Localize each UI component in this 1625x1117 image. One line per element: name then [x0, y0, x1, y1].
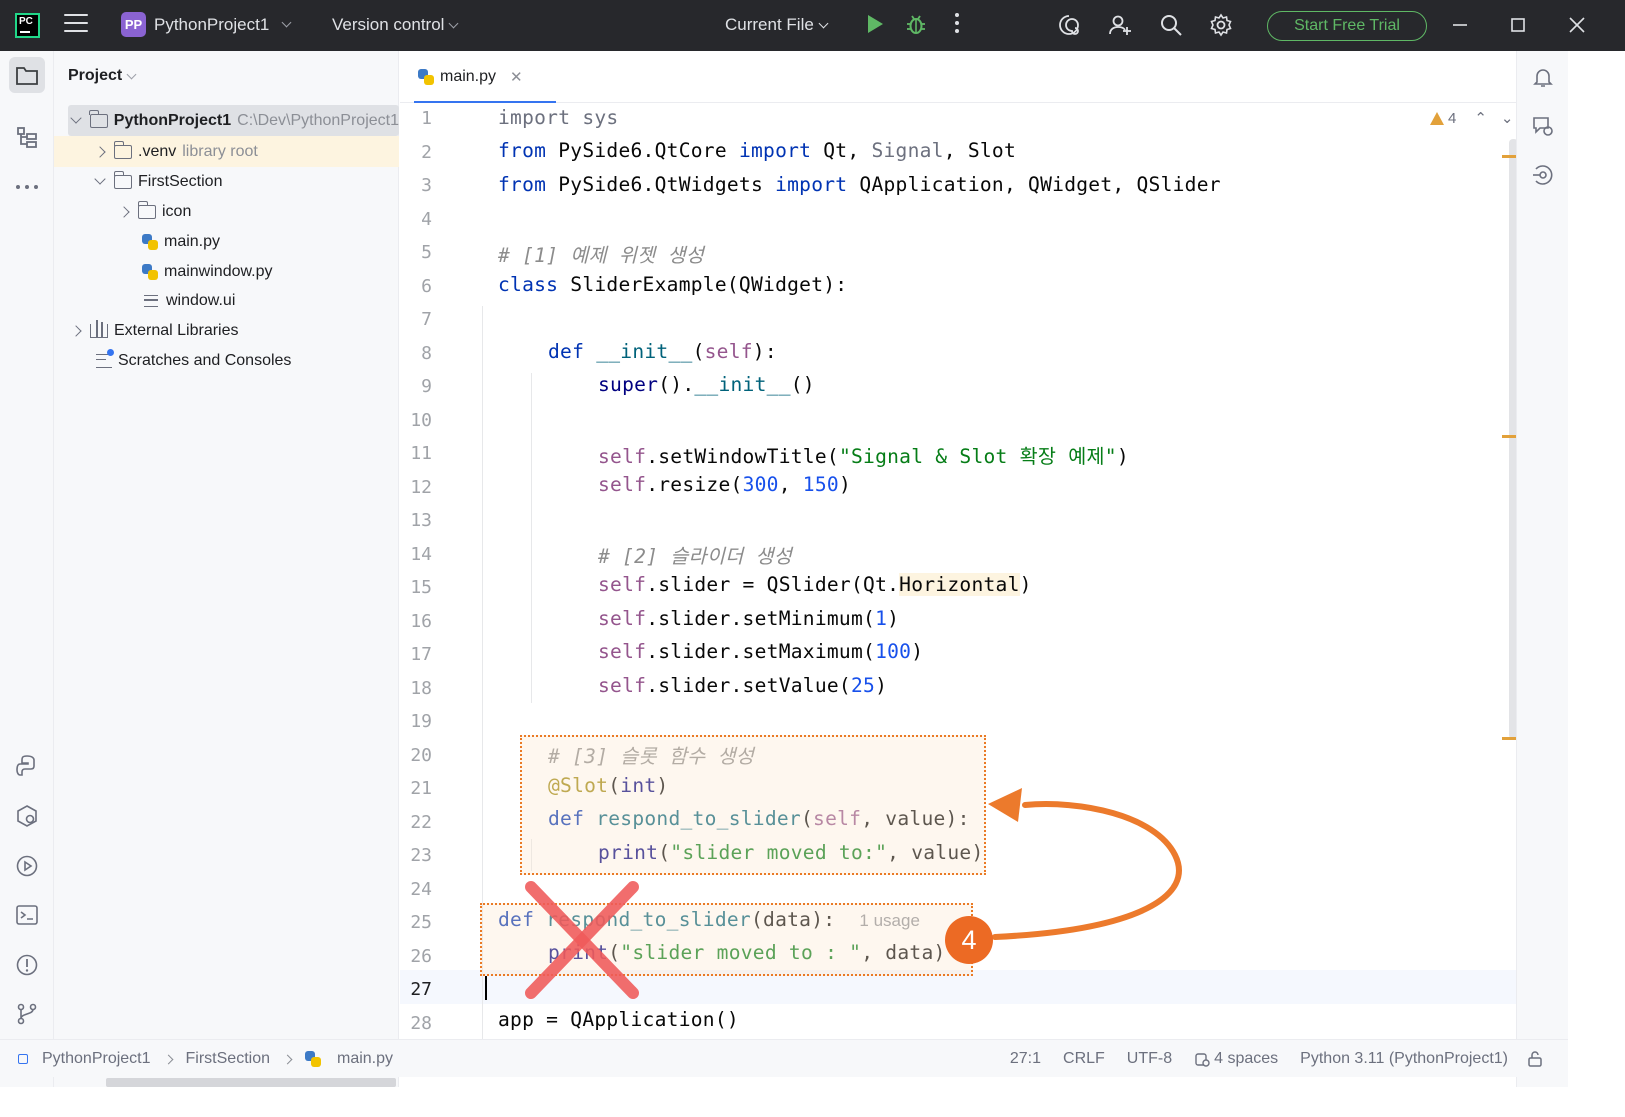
breadcrumb-item[interactable]: FirstSection [186, 1050, 270, 1068]
indent-icon [1195, 1053, 1210, 1067]
line-separator[interactable]: CRLF [1063, 1050, 1105, 1068]
indent-setting[interactable]: 4 spaces [1194, 1050, 1278, 1068]
step-number-badge: 4 [945, 916, 993, 964]
python-interpreter[interactable]: Python 3.11 (PythonProject1) [1300, 1050, 1508, 1068]
project-icon [18, 1054, 28, 1064]
status-bar: PythonProject1 FirstSection main.py 27:1… [0, 1039, 1568, 1077]
python-file-icon [304, 1051, 321, 1067]
file-encoding[interactable]: UTF-8 [1127, 1050, 1172, 1068]
curved-arrow-icon [988, 788, 1182, 940]
chevron-right-icon [282, 1054, 293, 1064]
chevron-right-icon [163, 1054, 173, 1064]
annotation-overlay [525, 788, 1182, 999]
lock-icon[interactable] [1526, 1050, 1544, 1068]
breadcrumb-item[interactable]: PythonProject1 [42, 1050, 151, 1068]
status-widgets: 27:1 CRLF UTF-8 4 spaces Python 3.11 (Py… [1010, 1040, 1568, 1078]
breadcrumb-item[interactable]: main.py [337, 1050, 393, 1068]
breadcrumb: PythonProject1 FirstSection main.py [18, 1040, 393, 1078]
caret-position[interactable]: 27:1 [1010, 1050, 1041, 1068]
red-cross-icon [525, 881, 639, 999]
